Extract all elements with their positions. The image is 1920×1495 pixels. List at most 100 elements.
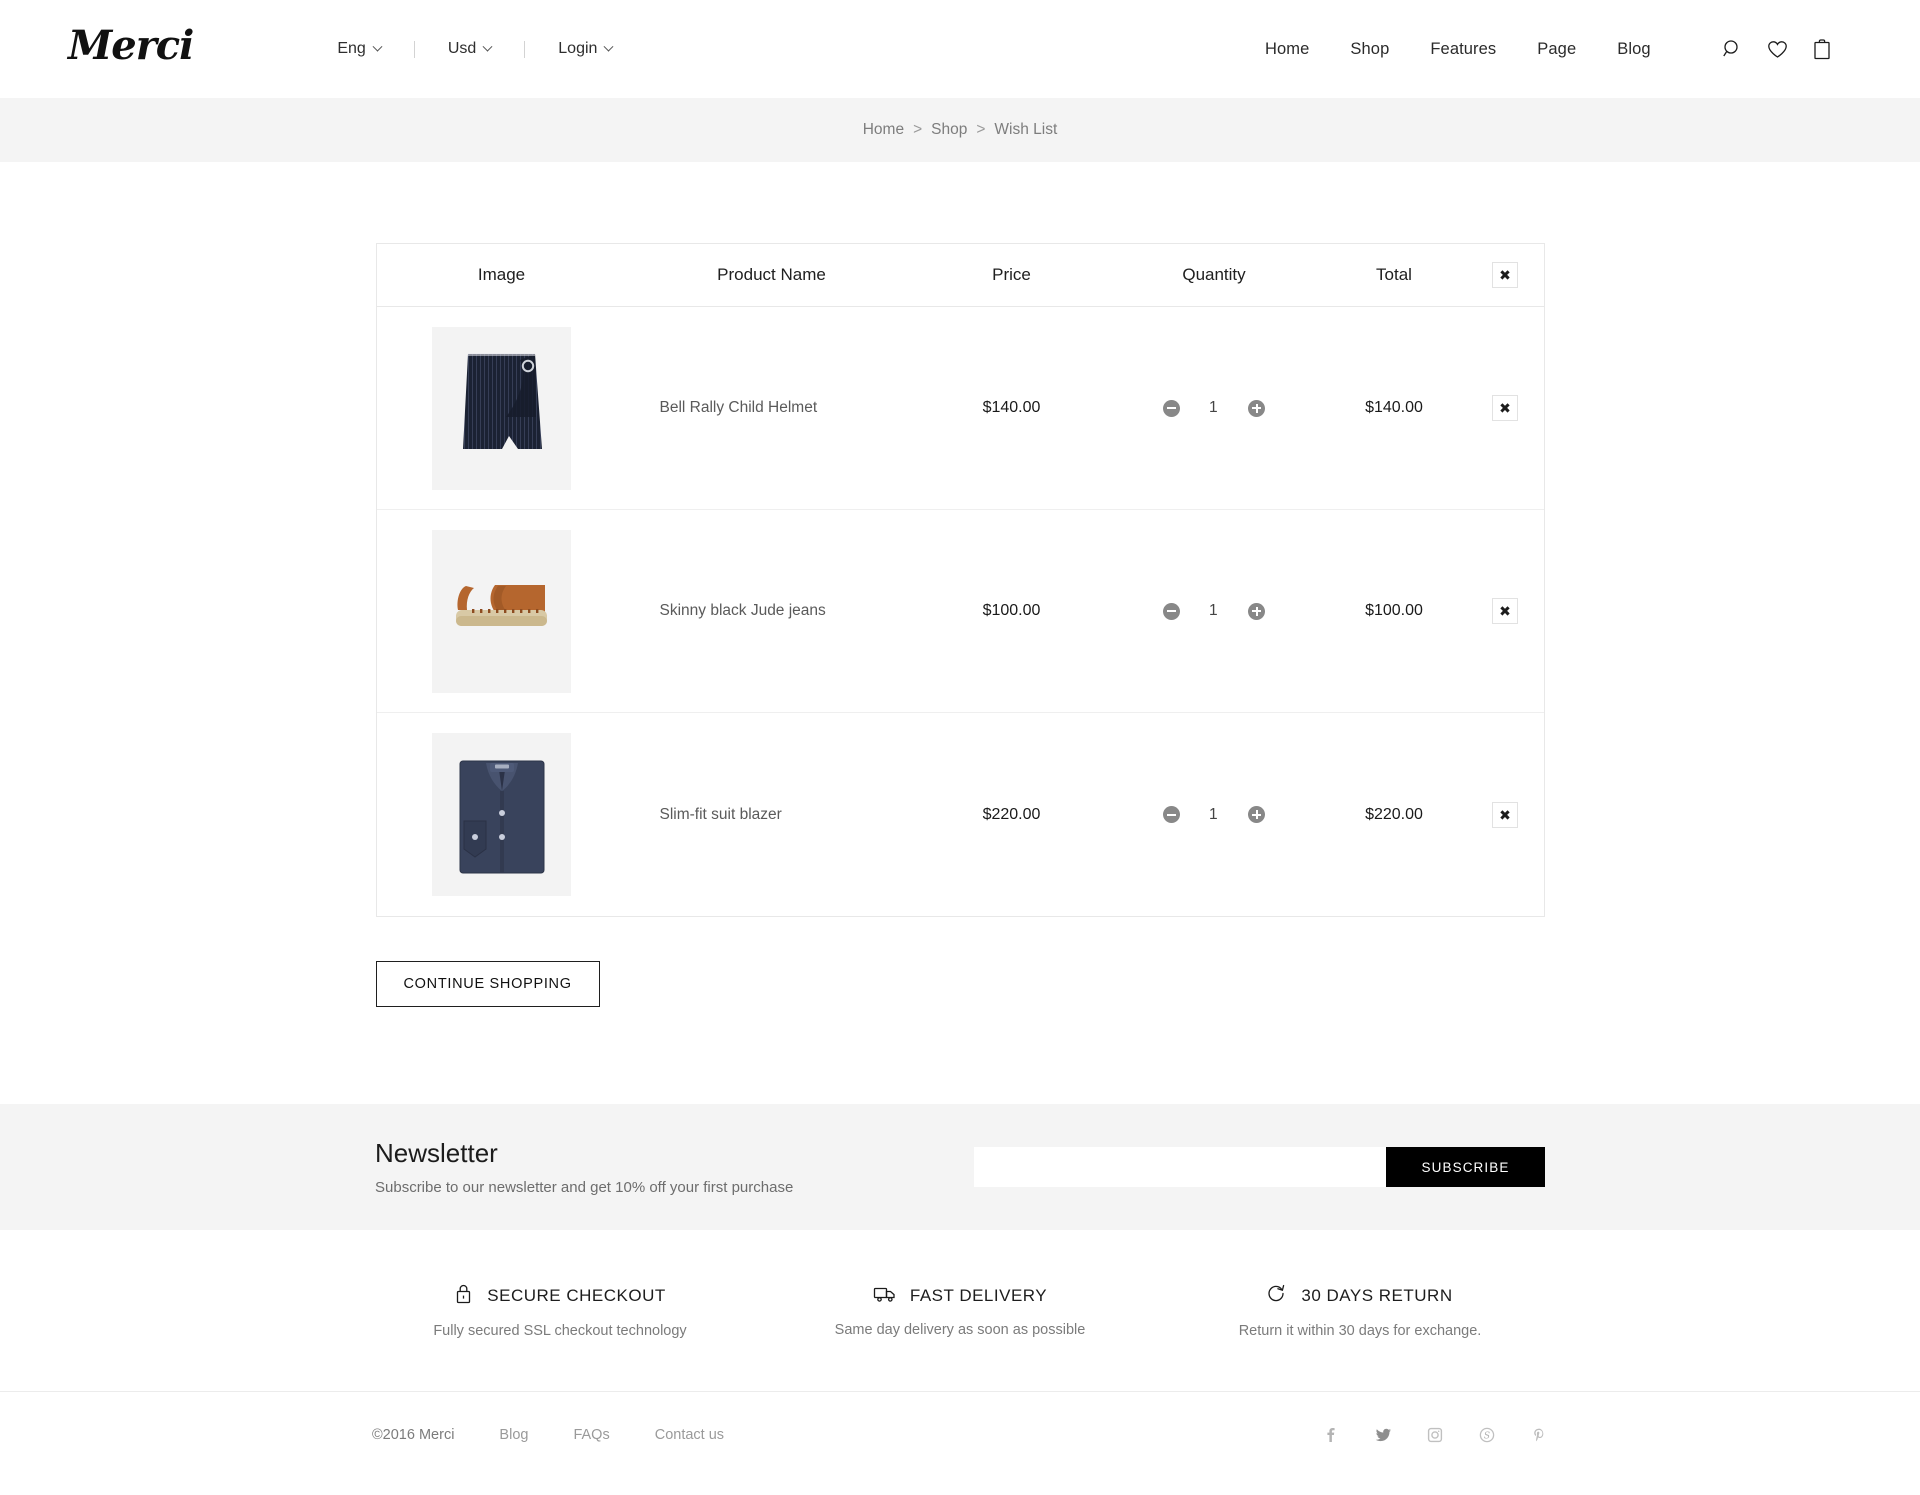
feature-heading: 30 DAYS RETURN bbox=[1160, 1283, 1560, 1309]
remove-cell: ✖ bbox=[1467, 395, 1544, 421]
table-row: Bell Rally Child Helmet $140.00 1 $140.0… bbox=[376, 307, 1544, 510]
product-thumbnail-shirt[interactable] bbox=[432, 733, 571, 896]
footer-links: ©2016 Merci Blog FAQs Contact us bbox=[372, 1427, 724, 1443]
product-total: $100.00 bbox=[1365, 602, 1423, 619]
copyright-text: ©2016 Merci bbox=[372, 1427, 455, 1443]
quantity-increase-button[interactable] bbox=[1248, 602, 1265, 620]
breadcrumb-current: Wish List bbox=[994, 121, 1058, 138]
continue-shopping-button[interactable]: CONTINUE SHOPPING bbox=[375, 961, 600, 1007]
table-row: Slim-fit suit blazer $220.00 1 $220.00 ✖ bbox=[377, 713, 1544, 916]
remove-item-button[interactable]: ✖ bbox=[1492, 801, 1518, 828]
feature-description: Return it within 30 days for exchange. bbox=[1238, 1322, 1482, 1339]
feature-title: SECURE CHECKOUT bbox=[487, 1285, 666, 1305]
remove-item-button[interactable]: ✖ bbox=[1492, 598, 1518, 624]
language-selector[interactable]: Eng bbox=[335, 36, 383, 62]
breadcrumb: Home > Shop > Wish List bbox=[863, 121, 1058, 139]
clear-all-button[interactable]: ✖ bbox=[1492, 262, 1518, 288]
quantity-decrease-button[interactable] bbox=[1163, 399, 1180, 417]
breadcrumb-shop[interactable]: Shop bbox=[931, 121, 967, 139]
breadcrumb-separator: > bbox=[913, 121, 923, 138]
product-price: $220.00 bbox=[982, 805, 1041, 823]
wishlist-table: Image Product Name Price Quantity Total … bbox=[375, 243, 1545, 917]
currency-label: Usd bbox=[447, 40, 477, 57]
newsletter-title: Newsletter bbox=[375, 1138, 498, 1168]
footer-link-contact-us[interactable]: Contact us bbox=[655, 1427, 724, 1443]
search-icon[interactable] bbox=[1722, 39, 1742, 59]
feature-title: FAST DELIVERY bbox=[909, 1285, 1048, 1305]
footer-link-blog[interactable]: Blog bbox=[499, 1427, 528, 1443]
quantity-increase-button[interactable] bbox=[1248, 806, 1265, 823]
feature-description: Same day delivery as soon as possible bbox=[834, 1321, 1086, 1338]
column-header-price: Price bbox=[992, 265, 1031, 284]
product-thumbnail-sandal[interactable] bbox=[432, 529, 571, 693]
currency-selector[interactable]: Usd bbox=[446, 36, 493, 62]
utility-nav: Eng Usd Login bbox=[335, 36, 614, 62]
remove-item-button[interactable]: ✖ bbox=[1492, 395, 1518, 421]
product-thumbnail-skirt[interactable] bbox=[432, 326, 571, 490]
footer-link-faqs[interactable]: FAQs bbox=[573, 1427, 609, 1443]
bag-icon[interactable] bbox=[1813, 38, 1831, 60]
login-label: Login bbox=[558, 40, 598, 57]
newsletter-section: Newsletter Subscribe to our newsletter a… bbox=[0, 1104, 1920, 1230]
product-image-cell bbox=[377, 326, 627, 490]
feature-heading: FAST DELIVERY bbox=[760, 1284, 1160, 1308]
remove-cell: ✖ bbox=[1467, 801, 1544, 828]
column-header-product-name: Product Name bbox=[717, 265, 826, 284]
feature-heading: SECURE CHECKOUT bbox=[360, 1283, 760, 1309]
column-header-remove: ✖ bbox=[1467, 262, 1544, 288]
nav-item-features[interactable]: Features bbox=[1430, 40, 1496, 59]
return-arrow-icon bbox=[1267, 1283, 1287, 1309]
heart-icon[interactable] bbox=[1767, 40, 1788, 59]
nav-item-blog[interactable]: Blog bbox=[1617, 40, 1650, 59]
product-total: $140.00 bbox=[1365, 399, 1423, 416]
product-price: $140.00 bbox=[982, 399, 1041, 416]
site-logo[interactable]: Merci bbox=[68, 26, 194, 72]
feature-description: Fully secured SSL checkout technology bbox=[433, 1322, 687, 1339]
wishlist-table-header: Image Product Name Price Quantity Total … bbox=[376, 244, 1544, 307]
nav-item-home[interactable]: Home bbox=[1265, 40, 1309, 59]
login-menu[interactable]: Login bbox=[556, 36, 614, 62]
header-icon-group bbox=[1722, 0, 1831, 98]
lock-icon bbox=[454, 1283, 473, 1309]
quantity-stepper: 1 bbox=[1107, 806, 1322, 824]
quantity-increase-button[interactable] bbox=[1248, 399, 1265, 417]
quantity-stepper: 1 bbox=[1107, 602, 1322, 620]
feature-fast-delivery: FAST DELIVERY Same day delivery as soon … bbox=[760, 1284, 1160, 1338]
feature-30-days-return: 30 DAYS RETURN Return it within 30 days … bbox=[1160, 1283, 1560, 1339]
product-image-cell bbox=[377, 529, 627, 693]
truck-icon bbox=[873, 1284, 896, 1308]
newsletter-form: SUBSCRIBE bbox=[974, 1147, 1545, 1187]
instagram-icon[interactable] bbox=[1426, 1426, 1444, 1444]
breadcrumb-home[interactable]: Home bbox=[863, 121, 904, 139]
pinterest-icon[interactable] bbox=[1530, 1426, 1548, 1444]
column-header-total: Total bbox=[1376, 265, 1412, 284]
product-name[interactable]: Skinny black Jude jeans bbox=[627, 602, 917, 620]
quantity-decrease-button[interactable] bbox=[1163, 806, 1180, 823]
remove-cell: ✖ bbox=[1467, 598, 1544, 624]
skype-icon[interactable]: S bbox=[1478, 1426, 1496, 1444]
subscribe-button[interactable]: SUBSCRIBE bbox=[1386, 1147, 1545, 1187]
product-name[interactable]: Slim-fit suit blazer bbox=[627, 806, 917, 824]
wishlist-page: Image Product Name Price Quantity Total … bbox=[0, 162, 1920, 1007]
actions-row: CONTINUE SHOPPING bbox=[375, 961, 1545, 1007]
social-links: S bbox=[1322, 1426, 1548, 1444]
nav-item-page[interactable]: Page bbox=[1537, 40, 1576, 59]
feature-secure-checkout: SECURE CHECKOUT Fully secured SSL checko… bbox=[360, 1283, 760, 1339]
quantity-decrease-button[interactable] bbox=[1163, 602, 1180, 620]
twitter-icon[interactable] bbox=[1374, 1426, 1392, 1444]
quantity-value: 1 bbox=[1209, 399, 1218, 416]
site-header: Merci Eng Usd Login Home Shop Features P… bbox=[0, 0, 1920, 98]
product-total: $220.00 bbox=[1365, 805, 1423, 823]
nav-item-shop[interactable]: Shop bbox=[1350, 40, 1389, 59]
product-name[interactable]: Bell Rally Child Helmet bbox=[627, 399, 917, 417]
newsletter-text: Newsletter Subscribe to our newsletter a… bbox=[375, 1138, 793, 1196]
facebook-icon[interactable] bbox=[1322, 1426, 1340, 1444]
chevron-down-icon bbox=[482, 41, 493, 52]
newsletter-subtitle: Subscribe to our newsletter and get 10% … bbox=[375, 1179, 794, 1196]
quantity-value: 1 bbox=[1209, 602, 1218, 619]
newsletter-email-input[interactable] bbox=[974, 1147, 1386, 1187]
column-header-quantity: Quantity bbox=[1182, 265, 1246, 284]
chevron-down-icon bbox=[372, 41, 383, 52]
table-row: Skinny black Jude jeans $100.00 1 $100.0… bbox=[376, 510, 1544, 713]
feature-title: 30 DAYS RETURN bbox=[1301, 1285, 1453, 1305]
